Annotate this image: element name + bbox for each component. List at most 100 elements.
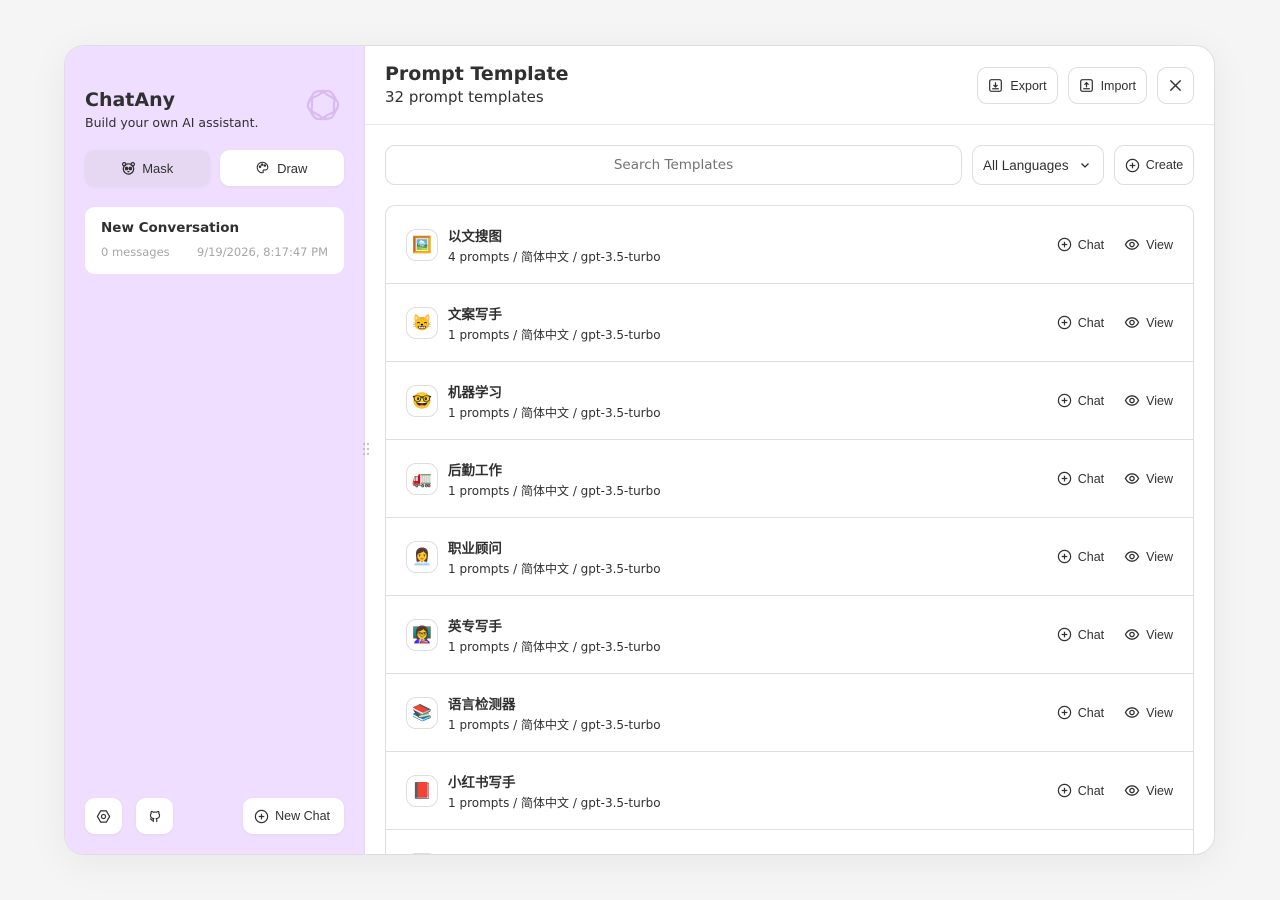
chat-label: Chat [1077, 705, 1105, 720]
template-actions: Chat View [1057, 623, 1173, 646]
import-button[interactable]: Import [1067, 67, 1147, 104]
template-meta: 1 prompts / 简体中文 / gpt-3.5-turbo [448, 717, 661, 732]
add-icon [1057, 393, 1072, 408]
new-chat-button[interactable]: New Chat [243, 798, 344, 834]
eye-icon [1124, 627, 1140, 642]
add-icon [1057, 237, 1072, 252]
new-chat-label: New Chat [275, 809, 330, 823]
conversation-meta: 0 messages 9/19/2026, 8:17:47 PM [101, 245, 328, 259]
add-icon [1057, 705, 1072, 720]
template-name: 职业顾问 [448, 540, 502, 557]
export-label: Export [1010, 78, 1047, 93]
conversation-time: 9/19/2026, 8:17:47 PM [196, 245, 328, 259]
template-name: 英专写手 [448, 618, 502, 635]
view-button[interactable]: View [1124, 311, 1173, 334]
search-input[interactable] [385, 145, 962, 185]
mode-buttons: Mask Draw [85, 150, 344, 186]
close-icon [1168, 78, 1183, 93]
template-row: 👩‍🏫 英专写手 1 prompts / 简体中文 / gpt-3.5-turb… [386, 596, 1193, 674]
settings-button[interactable] [85, 798, 122, 834]
view-button[interactable]: View [1124, 545, 1173, 568]
template-avatar-icon: 👩‍🏫 [406, 618, 438, 651]
chat-button[interactable]: Chat [1057, 311, 1104, 334]
eye-icon [1124, 471, 1140, 486]
conversation-item[interactable]: New Conversation 0 messages 9/19/2026, 8… [85, 207, 344, 274]
add-icon [1057, 627, 1072, 642]
template-row: 🖼️ 以文搜图 4 prompts / 简体中文 / gpt-3.5-turbo… [386, 206, 1193, 284]
import-label: Import [1100, 78, 1136, 93]
view-button[interactable]: View [1124, 233, 1173, 256]
mask-button[interactable]: Mask [85, 150, 210, 186]
chat-label: Chat [1077, 471, 1105, 486]
chat-button[interactable]: Chat [1057, 701, 1104, 724]
template-row: 📚 语言检测器 1 prompts / 简体中文 / gpt-3.5-turbo… [386, 674, 1193, 752]
template-actions: Chat View [1057, 779, 1173, 802]
view-label: View [1146, 627, 1173, 642]
mask-icon [121, 161, 136, 176]
view-button[interactable]: View [1124, 623, 1173, 646]
add-icon [1057, 549, 1072, 564]
template-actions: Chat View [1057, 389, 1173, 412]
view-button[interactable]: View [1124, 779, 1173, 802]
eye-icon [1124, 705, 1140, 720]
template-actions: Chat View [1057, 545, 1173, 568]
template-name: 小红书写手 [448, 774, 516, 791]
template-avatar-icon: 🖼️ [406, 228, 438, 261]
template-avatar-icon: 🚛 [406, 462, 438, 495]
chat-label: Chat [1077, 549, 1105, 564]
template-list: 🖼️ 以文搜图 4 prompts / 简体中文 / gpt-3.5-turbo… [385, 205, 1194, 854]
add-icon [1057, 471, 1072, 486]
eye-icon [1124, 237, 1140, 252]
view-label: View [1146, 783, 1173, 798]
chat-button[interactable]: Chat [1057, 623, 1104, 646]
template-name: 文案写手 [448, 306, 502, 323]
draw-label: Draw [277, 160, 308, 176]
create-button[interactable]: Create [1114, 145, 1194, 185]
template-name: 机器学习 [448, 384, 502, 401]
eye-icon [1124, 315, 1140, 330]
settings-icon [96, 809, 111, 824]
chat-button[interactable]: Chat [1057, 233, 1104, 256]
language-select[interactable]: All Languages [972, 145, 1104, 185]
view-label: View [1146, 471, 1173, 486]
chat-button[interactable]: Chat [1057, 389, 1104, 412]
chat-button[interactable]: Chat [1057, 467, 1104, 490]
sidebar-actions: New Chat [85, 798, 344, 834]
chat-button[interactable]: Chat [1057, 545, 1104, 568]
create-label: Create [1145, 158, 1184, 172]
view-button[interactable]: View [1124, 467, 1173, 490]
upload-icon [1079, 78, 1094, 93]
close-button[interactable] [1157, 67, 1194, 104]
app-window: ChatAny Build your own AI assistant. Mas… [64, 45, 1215, 855]
brand: ChatAny Build your own AI assistant. [85, 66, 344, 130]
draw-button[interactable]: Draw [219, 150, 344, 186]
github-icon [148, 809, 162, 823]
view-label: View [1146, 549, 1173, 564]
github-button[interactable] [136, 798, 173, 834]
template-name: 后勤工作 [448, 462, 502, 479]
template-actions: Chat View [1057, 233, 1173, 256]
view-button[interactable]: View [1124, 389, 1173, 412]
template-meta: 1 prompts / 简体中文 / gpt-3.5-turbo [448, 483, 661, 498]
view-label: View [1146, 315, 1173, 330]
sidebar: ChatAny Build your own AI assistant. Mas… [65, 46, 370, 854]
template-name: 以文搜图 [448, 228, 502, 245]
conversation-title: New Conversation [101, 220, 240, 236]
template-info: 机器学习 1 prompts / 简体中文 / gpt-3.5-turbo [448, 381, 1057, 421]
add-icon [254, 809, 269, 824]
chat-label: Chat [1077, 237, 1105, 252]
main-panel: Prompt Template 32 prompt templates Expo… [365, 46, 1214, 854]
view-button[interactable]: View [1124, 701, 1173, 724]
add-icon [1057, 783, 1072, 798]
export-button[interactable]: Export [977, 67, 1058, 104]
palette-icon [256, 161, 271, 176]
template-row: 😸 文案写手 1 prompts / 简体中文 / gpt-3.5-turbo … [386, 284, 1193, 362]
chevron-down-icon [1079, 159, 1091, 171]
template-info: 职业顾问 1 prompts / 简体中文 / gpt-3.5-turbo [448, 537, 1057, 577]
template-row: 🚛 后勤工作 1 prompts / 简体中文 / gpt-3.5-turbo … [386, 440, 1193, 518]
chat-button[interactable]: Chat [1057, 779, 1104, 802]
template-toolbar: All Languages Create [385, 145, 1194, 185]
template-info: 英专写手 1 prompts / 简体中文 / gpt-3.5-turbo [448, 615, 1057, 655]
openai-logo-icon [300, 82, 346, 128]
add-icon [1125, 158, 1140, 173]
